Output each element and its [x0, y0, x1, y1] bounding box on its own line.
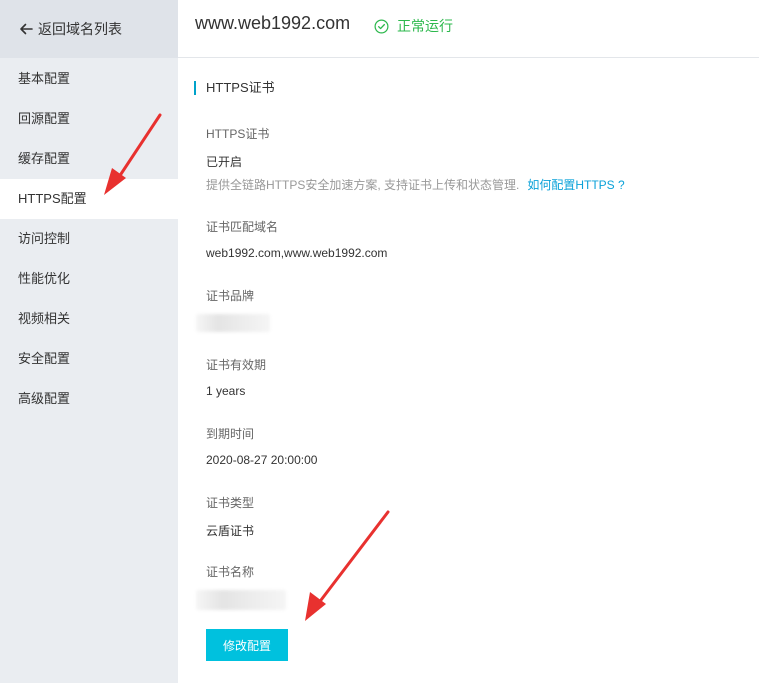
https-cert-value: 已开启 [206, 155, 243, 169]
sidebar: 返回域名列表 基本配置 回源配置 缓存配置 HTTPS配置 访问控制 性能优化 … [0, 0, 178, 683]
status-badge: 正常运行 [374, 16, 453, 36]
sidebar-item-origin[interactable]: 回源配置 [0, 99, 178, 139]
back-link-label: 返回域名列表 [38, 21, 122, 37]
edit-config-button[interactable]: 修改配置 [206, 629, 288, 661]
sidebar-item-label: 性能优化 [18, 271, 71, 286]
expiry-value: 2020-08-27 20:00:00 [206, 453, 318, 467]
validity-value: 1 years [206, 384, 246, 398]
validity-label: 证书有效期 [206, 358, 267, 372]
https-cert-description: 提供全链路HTTPS安全加速方案, 支持证书上传和状态管理. 如何配置HTTPS … [206, 176, 625, 193]
domain-title: www.web1992.com [195, 13, 351, 33]
sidebar-item-https[interactable]: HTTPS配置 [0, 179, 178, 219]
matched-domains-label: 证书匹配域名 [206, 220, 279, 234]
sidebar-item-access-control[interactable]: 访问控制 [0, 219, 178, 259]
arrow-left-icon [20, 23, 33, 35]
sidebar-item-label: 访问控制 [18, 231, 71, 246]
section-title: HTTPS证书 [194, 81, 275, 95]
https-cert-description-text: 提供全链路HTTPS安全加速方案, 支持证书上传和状态管理. [206, 178, 520, 192]
page: 返回域名列表 基本配置 回源配置 缓存配置 HTTPS配置 访问控制 性能优化 … [0, 0, 759, 683]
cert-brand-blurred-value [196, 314, 270, 332]
sidebar-item-label: 缓存配置 [18, 151, 71, 166]
cert-brand-label: 证书品牌 [206, 289, 255, 303]
cert-name-label: 证书名称 [206, 565, 255, 579]
sidebar-item-security[interactable]: 安全配置 [0, 339, 178, 379]
back-to-domain-list-link[interactable]: 返回域名列表 [0, 0, 178, 58]
main-content: HTTPS证书 HTTPS证书 已开启 提供全链路HTTPS安全加速方案, 支持… [178, 58, 759, 683]
header: www.web1992.com 正常运行 [178, 0, 759, 58]
sidebar-item-label: 安全配置 [18, 351, 71, 366]
matched-domains-value: web1992.com,www.web1992.com [206, 246, 388, 260]
how-to-configure-https-link[interactable]: 如何配置HTTPS ? [527, 178, 624, 192]
cert-name-blurred-value [196, 590, 286, 610]
sidebar-item-video[interactable]: 视频相关 [0, 299, 178, 339]
cert-type-value: 云盾证书 [206, 524, 255, 538]
sidebar-nav: 基本配置 回源配置 缓存配置 HTTPS配置 访问控制 性能优化 视频相关 安全… [0, 59, 178, 419]
sidebar-item-label: 回源配置 [18, 111, 71, 126]
sidebar-item-cache[interactable]: 缓存配置 [0, 139, 178, 179]
sidebar-item-label: HTTPS配置 [18, 191, 87, 206]
sidebar-item-label: 基本配置 [18, 71, 71, 86]
expiry-label: 到期时间 [206, 427, 255, 441]
check-circle-icon [374, 19, 389, 33]
status-text: 正常运行 [397, 18, 453, 34]
cert-type-label: 证书类型 [206, 496, 255, 510]
sidebar-item-label: 视频相关 [18, 311, 71, 326]
sidebar-item-advanced[interactable]: 高级配置 [0, 379, 178, 419]
sidebar-item-label: 高级配置 [18, 391, 71, 406]
sidebar-item-performance[interactable]: 性能优化 [0, 259, 178, 299]
sidebar-item-basic[interactable]: 基本配置 [0, 59, 178, 99]
https-cert-label: HTTPS证书 [206, 127, 270, 141]
